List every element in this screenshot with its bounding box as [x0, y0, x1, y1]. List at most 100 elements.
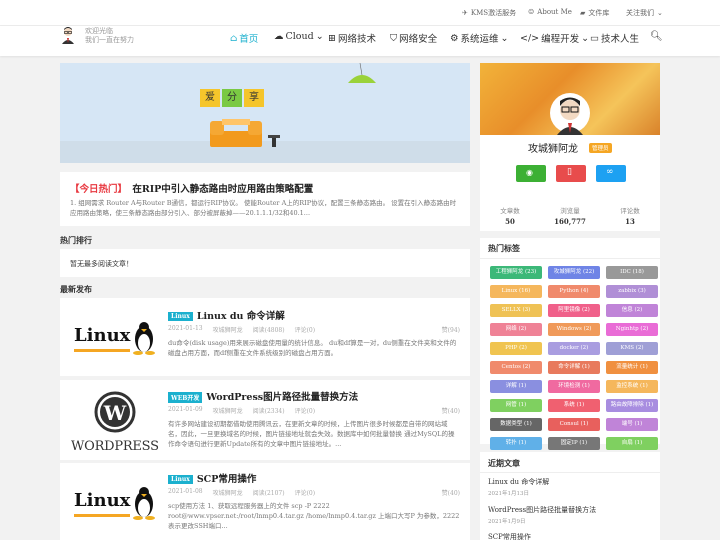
section-title-ranking: 热门排行 [60, 235, 92, 245]
tag-item[interactable]: KMS (2) [606, 342, 658, 355]
sitemap-icon: ⊞ [328, 32, 336, 44]
tag-item[interactable]: 数据类型 (1) [490, 418, 542, 431]
tag-item[interactable]: 系统 (1) [548, 399, 600, 412]
home-icon: ⌂ [230, 32, 238, 44]
chevron-down-icon: ⌄ [657, 9, 663, 17]
nav-security[interactable]: ⛉ 网络安全 [390, 31, 437, 46]
tag-item[interactable]: 路由故障排除 (1) [606, 399, 658, 412]
tag-item[interactable]: docker (2) [548, 342, 600, 355]
post-item[interactable]: Linux Linux Linux du 命令详解 2021-01-13 攻城狮阿龙… [60, 298, 470, 376]
nav-network[interactable]: ⊞ 网络技术 [328, 31, 376, 46]
tag-item[interactable]: Python (4) [548, 285, 600, 298]
tag-item[interactable]: PHP (2) [490, 342, 542, 355]
tag-item[interactable]: 固定IP (1) [548, 437, 600, 450]
banner-image [60, 63, 470, 163]
chevron-down-icon: ⌄ [581, 32, 590, 44]
hot-article[interactable]: 【今日热门】 在RIP中引入静态路由时应用路由策略配置 1. 组网需求 Rout… [60, 172, 470, 226]
tag-item[interactable]: Windows (2) [548, 323, 600, 336]
post-item[interactable]: Linux Linux SCP常用操作 2021-01-08 攻城狮阿龙 阅读(210… [60, 463, 470, 540]
tag-item[interactable]: IDC (18) [606, 266, 658, 279]
tag-item[interactable]: 端号 (1) [606, 418, 658, 431]
post-title[interactable]: SCP常用操作 [197, 474, 257, 485]
laptop-icon: ▭ [590, 32, 599, 44]
banner-slider[interactable]: 爱 分 享 [60, 63, 470, 163]
wechat-button[interactable]: ◉ [516, 165, 546, 182]
category-badge[interactable]: WEB开发 [168, 392, 203, 403]
weibo-button[interactable]: ∞ [596, 165, 626, 182]
tag-item[interactable]: 自扇 (1) [606, 437, 658, 450]
recent-post-date: 2021年1月9日 [488, 519, 526, 525]
wordpress-logo-image: W WORDPRESS [71, 391, 159, 450]
shield-icon: ⛉ [390, 32, 398, 44]
author-avatar[interactable] [550, 91, 590, 135]
post-meta: 2021-01-08 攻城狮阿龙 阅读(2107) 评论(0) 赞(40) [168, 488, 460, 497]
post-thumbnail[interactable]: W WORDPRESS [70, 386, 160, 450]
like-button[interactable]: 赞(40) [442, 488, 460, 497]
top-bar: ✈ KMS激活服务 ☺ About Me ▰ 文件库 关注我们 ⌄ [0, 0, 720, 26]
category-badge[interactable]: Linux [168, 475, 193, 484]
topbar-link-files[interactable]: ▰ 文件库 [580, 8, 609, 18]
banner-char: 分 [222, 89, 242, 107]
tag-item[interactable]: 网络 (2) [490, 323, 542, 336]
tag-item[interactable]: 环境检测 (1) [548, 380, 600, 393]
recent-post-link[interactable]: WordPress图片路径批量替换方法 [488, 505, 596, 515]
chevron-down-icon: ⌄ [315, 31, 324, 42]
post-title[interactable]: WordPress图片路径批量替换方法 [206, 392, 358, 403]
tag-item[interactable]: 阿里镜像 (2) [548, 304, 600, 317]
phone-button[interactable]: ▯ [556, 165, 586, 182]
like-button[interactable]: 赞(94) [442, 325, 460, 334]
site-slogan: 欢迎光临 我们一直在努力 [85, 27, 134, 44]
tag-item[interactable]: Consul (1) [548, 418, 600, 431]
post-item[interactable]: W WORDPRESS WEB开发 WordPress图片路径批量替换方法 202… [60, 380, 470, 460]
logo-avatar[interactable] [60, 26, 76, 44]
wechat-icon: ◉ [526, 168, 533, 177]
hot-title[interactable]: 在RIP中引入静态路由时应用路由策略配置 [132, 184, 313, 195]
nav-cloud[interactable]: ☁ Cloud ⌄ [274, 31, 324, 42]
post-thumbnail[interactable]: Linux [70, 305, 160, 369]
tag-item[interactable]: 信息 (2) [606, 304, 658, 317]
svg-text:WORDPRESS: WORDPRESS [71, 439, 159, 450]
recent-post-link[interactable]: SCP常用操作 [488, 532, 531, 540]
search-icon[interactable]: 🔍︎ [650, 31, 663, 42]
stat-comments: 评论数 13 [620, 207, 640, 226]
post-meta: 2021-01-09 攻城狮阿龙 阅读(2334) 评论(0) 赞(40) [168, 406, 460, 415]
hot-label: 【今日热门】 [70, 184, 128, 195]
recent-post-date: 2021年1月13日 [488, 491, 529, 497]
recent-post-link[interactable]: Linux du 命令详解 [488, 477, 549, 487]
user-icon: ☺ [528, 8, 535, 16]
tag-item[interactable]: Nginhtp (2) [606, 323, 658, 336]
tag-item[interactable]: 转扑 (1) [490, 437, 542, 450]
banner-char: 爱 [200, 89, 220, 107]
nav-dev[interactable]: </> 编程开发 ⌄ [520, 31, 590, 46]
stat-posts: 文章数 50 [500, 207, 520, 226]
tag-cloud: 工程狮阿龙 (23) 攻城狮阿龙 (22) IDC (18) Linux (16) Py… [490, 266, 658, 450]
post-title[interactable]: Linux du 命令详解 [197, 311, 285, 322]
tag-item[interactable]: 流量统计 (1) [606, 361, 658, 374]
author-name[interactable]: 攻城狮阿龙 [528, 140, 578, 155]
tag-item[interactable]: Linux (16) [490, 285, 542, 298]
post-desc: du命令(disk usage)用来展示磁盘使用量的统计信息。 du和df算是一… [168, 339, 457, 357]
nav-ops[interactable]: ⚙ 系统运维 ⌄ [450, 31, 509, 46]
tag-item[interactable]: zabbix (3) [606, 285, 658, 298]
tag-item[interactable]: 命令详解 (1) [548, 361, 600, 374]
topbar-link-about[interactable]: ☺ About Me [528, 8, 572, 16]
tag-item[interactable]: 工程狮阿龙 (23) [490, 266, 542, 279]
topbar-link-follow[interactable]: 关注我们 ⌄ [626, 8, 663, 18]
banner-char: 享 [244, 89, 264, 107]
topbar-link-kms[interactable]: ✈ KMS激活服务 [462, 8, 516, 18]
post-desc: 有许多网站建设初期都借助使用腾讯云，在更新文章的时候，上传图片很多时候都是自带的… [168, 420, 455, 448]
site-header: 欢迎光临 我们一直在努力 ⌂ 首页 ☁ Cloud ⌄ ⊞ 网络技术 ⛉ 网络安全 ⚙ 系统运… [0, 26, 720, 56]
post-thumbnail[interactable]: Linux [70, 470, 160, 534]
nav-home[interactable]: ⌂ 首页 [230, 31, 258, 46]
svg-text:Linux: Linux [74, 325, 131, 346]
tag-item[interactable]: 网管 (1) [490, 399, 542, 412]
tag-item[interactable]: 攻城狮阿龙 (22) [548, 266, 600, 279]
tag-item[interactable]: 监控系统 (1) [606, 380, 658, 393]
divider [480, 258, 660, 259]
tag-item[interactable]: Centos (2) [490, 361, 542, 374]
tag-item[interactable]: SELLX (3) [490, 304, 542, 317]
category-badge[interactable]: Linux [168, 312, 193, 321]
nav-life[interactable]: ▭ 技术人生 [590, 31, 639, 46]
like-button[interactable]: 赞(40) [442, 406, 460, 415]
tag-item[interactable]: 详解 (1) [490, 380, 542, 393]
